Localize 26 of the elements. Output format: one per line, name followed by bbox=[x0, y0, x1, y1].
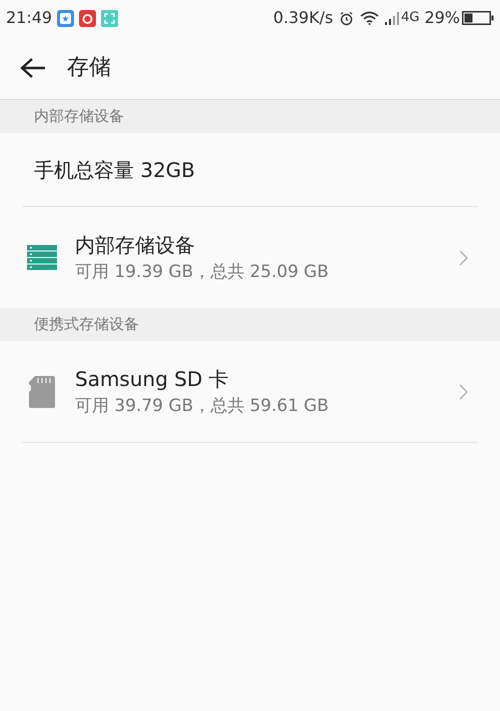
wifi-icon bbox=[360, 11, 380, 25]
storage-icon bbox=[27, 244, 57, 270]
device-name: Samsung SD 卡 bbox=[75, 366, 230, 392]
network-type: 4G bbox=[401, 9, 420, 28]
device-usage: 可用 39.79 GB，总共 59.61 GB bbox=[75, 394, 330, 418]
device-usage: 可用 19.39 GB，总共 25.09 GB bbox=[75, 260, 330, 284]
status-time: 21:49 bbox=[6, 7, 52, 29]
battery-percent: 29% bbox=[424, 7, 460, 29]
battery-icon bbox=[462, 11, 494, 25]
section-title: 内部存储设备 bbox=[34, 106, 124, 128]
device-name: 内部存储设备 bbox=[75, 232, 196, 258]
section-title: 便携式存储设备 bbox=[34, 314, 139, 336]
chevron-right-icon bbox=[459, 384, 468, 400]
music-app-icon bbox=[79, 10, 96, 26]
alarm-icon bbox=[339, 10, 354, 26]
back-arrow-icon[interactable] bbox=[20, 56, 46, 78]
scan-app-icon bbox=[101, 10, 118, 26]
chevron-right-icon bbox=[459, 250, 468, 266]
sd-card-icon bbox=[29, 376, 55, 408]
signal-icon bbox=[385, 12, 400, 24]
total-capacity-text: 手机总容量 32GB bbox=[34, 156, 196, 184]
storage-device-item[interactable]: 内部存储设备 可用 19.39 GB，总共 25.09 GB bbox=[0, 207, 500, 308]
network-speed: 0.39K/s bbox=[273, 7, 334, 29]
app-notification-icon bbox=[57, 10, 74, 26]
page-title: 存储 bbox=[67, 54, 111, 82]
storage-device-item[interactable]: Samsung SD 卡 可用 39.79 GB，总共 59.61 GB bbox=[0, 341, 500, 442]
